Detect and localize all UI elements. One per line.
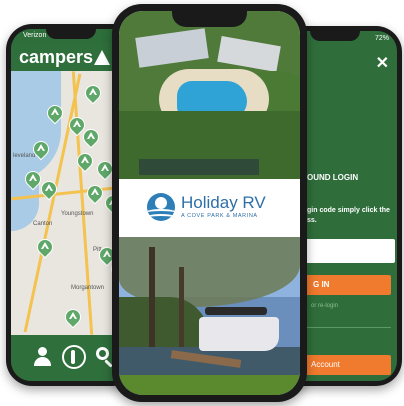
campground-pin-icon[interactable] <box>73 149 97 173</box>
campground-pin-icon[interactable] <box>21 167 45 191</box>
carrier-label: Verizon <box>23 32 47 39</box>
campground-pin-icon[interactable] <box>81 81 105 105</box>
phone-notch <box>172 11 247 27</box>
relogin-link[interactable]: or re-login <box>311 303 338 309</box>
holiday-rv-phone: Holiday RV A COVE PARK & MARINA <box>112 4 307 402</box>
map-city-label: Youngstown <box>61 211 94 217</box>
divider <box>305 327 391 328</box>
login-description-line: ss. <box>307 217 317 224</box>
phone-notch <box>310 31 360 41</box>
create-account-button[interactable]: Account <box>305 355 391 375</box>
lake-area <box>11 71 61 181</box>
campground-pin-icon[interactable] <box>83 181 107 205</box>
login-description: gin code simply click the ss. <box>307 206 390 226</box>
login-description-line: gin code simply click the <box>307 207 390 214</box>
profile-icon[interactable] <box>31 345 55 369</box>
map-city-label: Morgantown <box>71 285 105 291</box>
resort-aerial-photo <box>119 11 300 179</box>
campground-pin-icon[interactable] <box>33 235 57 259</box>
login-button[interactable]: G IN <box>305 275 391 295</box>
campground-pin-icon[interactable] <box>43 101 67 125</box>
map-city-label: Canton <box>33 221 53 227</box>
brand-tagline: A COVE PARK & MARINA <box>181 213 258 219</box>
brand-name: Holiday RV <box>181 193 266 212</box>
campground-pin-icon[interactable] <box>29 137 53 161</box>
marina-photo <box>119 237 300 395</box>
brand-panel: Holiday RV A COVE PARK & MARINA <box>119 179 300 237</box>
logo-text: campers <box>19 47 94 67</box>
campground-pin-icon[interactable] <box>37 177 61 201</box>
campground-pin-icon[interactable] <box>93 157 117 181</box>
login-title: OUND LOGIN <box>307 173 359 182</box>
phone-notch <box>46 29 96 39</box>
tent-icon <box>94 50 111 65</box>
login-code-input[interactable] <box>305 239 395 263</box>
map-city-label: leveland <box>13 153 36 159</box>
sunset-wave-logo-icon <box>147 193 175 221</box>
hiker-icon[interactable] <box>62 345 86 369</box>
holiday-rv-screen: Holiday RV A COVE PARK & MARINA <box>119 11 300 395</box>
campground-pin-icon[interactable] <box>79 125 103 149</box>
close-icon[interactable]: ✕ <box>376 53 389 73</box>
battery-indicator: 72% <box>374 35 389 42</box>
campground-pin-icon[interactable] <box>61 305 85 329</box>
